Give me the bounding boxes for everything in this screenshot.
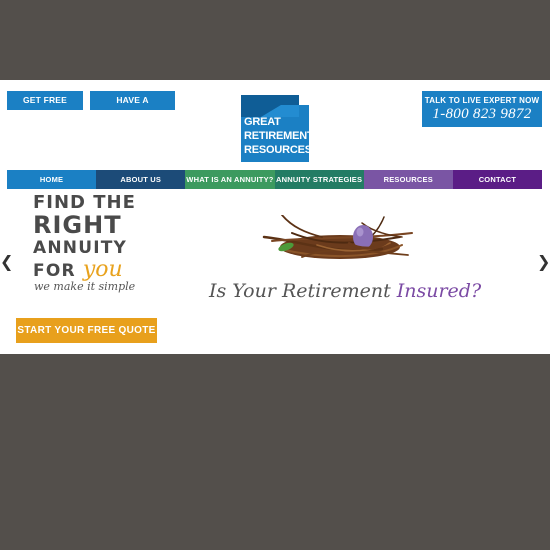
have-a-question-button[interactable]: HAVE A QUESTION?	[90, 91, 175, 124]
slogan-accent: Insured?	[396, 280, 482, 302]
nav-item-home[interactable]: HOME	[7, 170, 97, 189]
slogan-text: Is Your Retirement	[209, 280, 397, 302]
nav-item-resources[interactable]: RESOURCES	[363, 170, 453, 189]
expert-label: TALK TO LIVE EXPERT NOW	[424, 96, 540, 105]
site-logo[interactable]: GREAT RETIREMENT RESOURCES	[241, 95, 314, 162]
website-screenshot: GET FREE QUOTE HAVE A QUESTION? GREAT RE…	[0, 80, 550, 354]
logo-line-retirement: RETIREMENT	[244, 130, 314, 142]
headline-line-4: FOR you	[33, 259, 173, 282]
hero-slogan: Is Your Retirement Insured?	[209, 280, 481, 302]
start-free-quote-button[interactable]: START YOUR FREE QUOTE	[16, 318, 157, 343]
expert-phone[interactable]: 1-800 823 9872	[422, 106, 542, 123]
chevron-right-icon[interactable]: ❯	[537, 254, 550, 270]
headline-for-text: FOR	[33, 261, 83, 281]
talk-to-expert-box[interactable]: TALK TO LIVE EXPERT NOW 1-800 823 9872	[422, 91, 542, 127]
nav-item-contact[interactable]: CONTACT	[452, 170, 543, 189]
main-nav: HOME ABOUT US WHAT IS AN ANNUITY? ANNUIT…	[7, 170, 543, 189]
hero-tagline: we make it simple	[34, 280, 136, 293]
nav-item-about-us[interactable]: ABOUT US	[96, 170, 186, 189]
headline-line-3: ANNUITY	[33, 238, 128, 258]
logo-line-resources: RESOURCES	[244, 144, 312, 156]
nav-item-what-is-an-annuity[interactable]: WHAT IS AN ANNUITY?	[185, 170, 275, 189]
headline-line-1: FIND THE	[33, 192, 136, 213]
chevron-left-icon[interactable]: ❮	[0, 254, 13, 270]
hero-headline: FIND THE RIGHT ANNUITY FOR you	[33, 192, 173, 282]
headline-you-text: you	[82, 257, 123, 282]
logo-line-great: GREAT	[244, 116, 281, 128]
logo-text: GREAT RETIREMENT RESOURCES	[244, 115, 314, 157]
nest-egg-illustration	[262, 215, 413, 259]
headline-line-2: RIGHT	[33, 211, 122, 239]
nav-item-annuity-strategies[interactable]: ANNUITY STRATEGIES	[274, 170, 364, 189]
get-free-quote-button[interactable]: GET FREE QUOTE	[7, 91, 83, 124]
nest-icon	[262, 215, 413, 259]
